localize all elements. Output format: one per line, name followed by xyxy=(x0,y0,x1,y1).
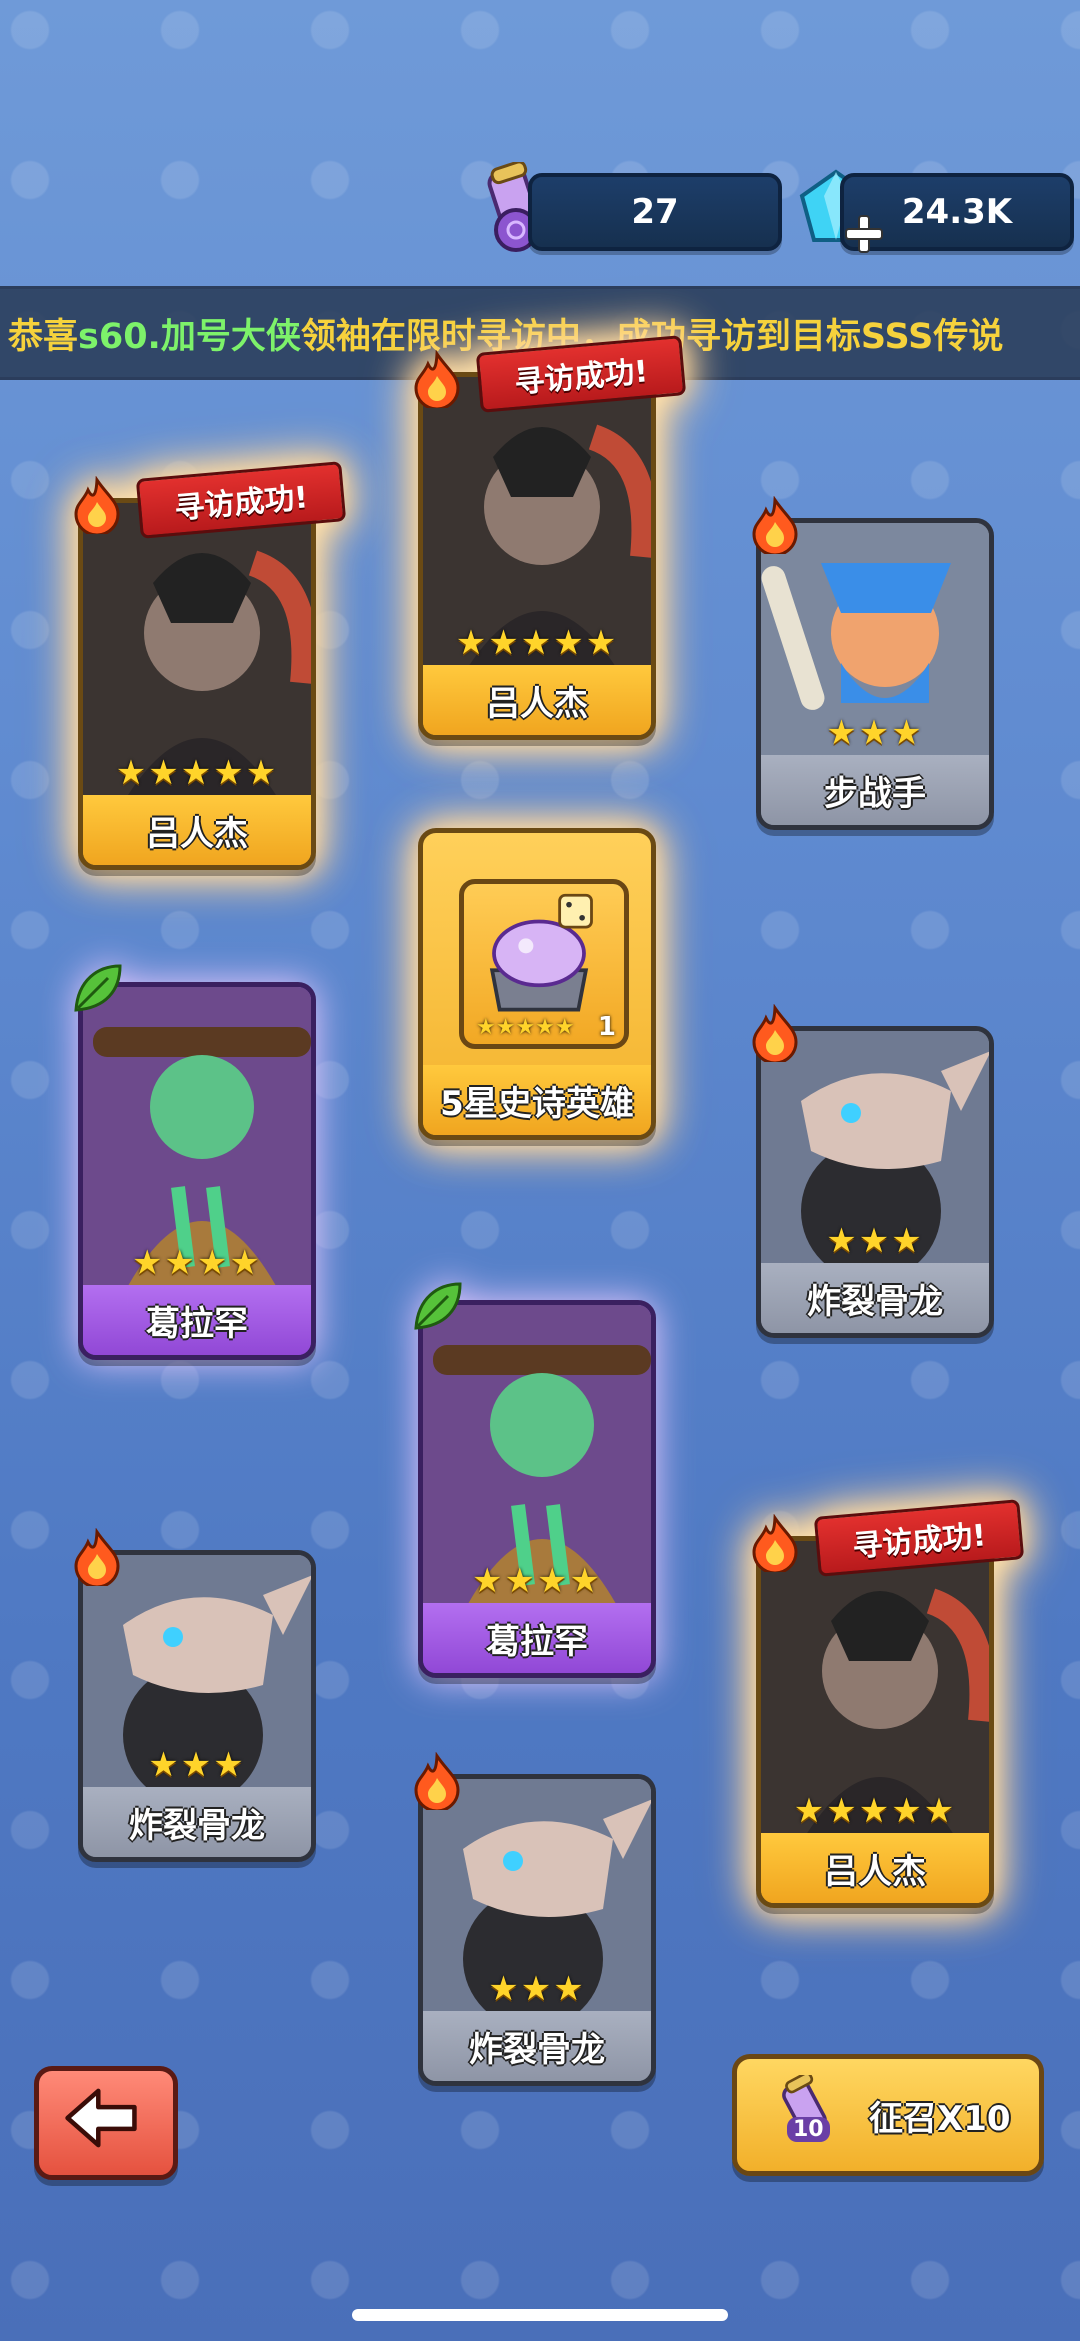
card-frame: ★★★★★ 吕人杰 xyxy=(756,1536,994,1908)
hero-name: 吕人杰 xyxy=(83,795,311,865)
fire-icon xyxy=(74,1528,120,1586)
hero-name: 吕人杰 xyxy=(423,665,651,735)
card-frame: ★★★★ 葛拉罕 xyxy=(418,1300,656,1678)
chest-count: 1 xyxy=(597,1012,616,1042)
card-frame: ★★★★★ 吕人杰 xyxy=(78,498,316,870)
hero-card-gelahan-2[interactable]: ★★★★ 葛拉罕 xyxy=(414,1282,656,1678)
hero-card-gelahan-1[interactable]: ★★★★ 葛拉罕 xyxy=(74,964,316,1360)
card-frame: ★★★ 步战手 xyxy=(756,518,994,830)
add-gems-icon[interactable] xyxy=(844,214,884,254)
back-button[interactable] xyxy=(34,2066,178,2180)
hero-card-bu-zhan-shou[interactable]: ★★★ 步战手 xyxy=(752,496,994,830)
hero-card-bone-dragon-2[interactable]: ★★★ 炸裂骨龙 xyxy=(74,1528,316,1862)
card-frame: ★★★★★ 1 5星史诗英雄 xyxy=(418,828,656,1140)
fire-icon xyxy=(74,476,120,534)
gem-count: 24.3K xyxy=(901,192,1013,232)
recruit-cost: 10 xyxy=(787,2117,830,2142)
chest-stars: ★★★★★ xyxy=(476,1015,575,1040)
hero-name: 炸裂骨龙 xyxy=(761,1263,989,1333)
hero-card-bone-dragon-3[interactable]: ★★★ 炸裂骨龙 xyxy=(414,1752,656,2086)
hero-portrait xyxy=(423,1305,651,1603)
epic-chest-icon xyxy=(489,893,593,1012)
hero-portrait xyxy=(83,987,311,1285)
scroll-counter: 27 xyxy=(528,173,782,251)
fire-icon xyxy=(752,1514,798,1572)
leaf-icon xyxy=(74,964,122,1012)
reward-name: 5星史诗英雄 xyxy=(423,1065,651,1135)
star-rating: ★★★★ xyxy=(472,1561,602,1601)
card-frame: ★★★★ 葛拉罕 xyxy=(78,982,316,1360)
fire-icon xyxy=(414,1752,460,1810)
hero-name: 炸裂骨龙 xyxy=(423,2011,651,2081)
fire-icon xyxy=(414,350,460,408)
star-rating: ★★★★★ xyxy=(455,623,619,663)
marquee-prefix: 恭喜 xyxy=(8,316,79,357)
leaf-icon xyxy=(414,1282,462,1330)
hero-name: 炸裂骨龙 xyxy=(83,1787,311,1857)
hero-card-lurenjie-2[interactable]: ★★★★★ 吕人杰 寻访成功! xyxy=(414,335,687,740)
star-rating: ★★★ xyxy=(488,1969,586,2009)
recruit-label: 征召X10 xyxy=(869,2098,1011,2139)
hero-name: 步战手 xyxy=(761,755,989,825)
card-frame: ★★★ 炸裂骨龙 xyxy=(78,1550,316,1862)
home-indicator[interactable] xyxy=(352,2309,728,2321)
hero-card-lurenjie-3[interactable]: ★★★★★ 吕人杰 寻访成功! xyxy=(752,1499,1025,1908)
star-rating: ★★★★★ xyxy=(793,1791,957,1831)
star-rating: ★★★ xyxy=(826,713,924,753)
hero-card-bone-dragon-1[interactable]: ★★★ 炸裂骨龙 xyxy=(752,1004,994,1338)
arrow-left-icon xyxy=(65,2088,137,2148)
fire-icon xyxy=(752,1004,798,1062)
fire-icon xyxy=(752,496,798,554)
chest-box: ★★★★★ 1 xyxy=(459,879,629,1049)
hero-name: 吕人杰 xyxy=(761,1833,989,1903)
hero-name: 葛拉罕 xyxy=(83,1285,311,1355)
star-rating: ★★★★ xyxy=(132,1243,262,1283)
hero-card-lurenjie-1[interactable]: ★★★★★ 吕人杰 寻访成功! xyxy=(74,461,347,870)
star-rating: ★★★★★ xyxy=(115,753,279,793)
card-frame: ★★★ 炸裂骨龙 xyxy=(756,1026,994,1338)
hero-name: 葛拉罕 xyxy=(423,1603,651,1673)
hero-portrait xyxy=(761,1541,989,1833)
card-frame: ★★★★★ 吕人杰 xyxy=(418,372,656,740)
recruit-x10-button[interactable]: 10 征召X10 xyxy=(732,2054,1044,2176)
marquee-player: s60.加号大侠 xyxy=(78,316,301,357)
chest-card-5star-epic[interactable]: ★★★★★ 1 5星史诗英雄 xyxy=(418,828,656,1140)
star-rating: ★★★ xyxy=(826,1221,924,1261)
hero-portrait xyxy=(423,377,651,665)
hero-portrait xyxy=(83,503,311,795)
scroll-count: 27 xyxy=(631,192,679,232)
star-rating: ★★★ xyxy=(148,1745,246,1785)
card-frame: ★★★ 炸裂骨龙 xyxy=(418,1774,656,2086)
